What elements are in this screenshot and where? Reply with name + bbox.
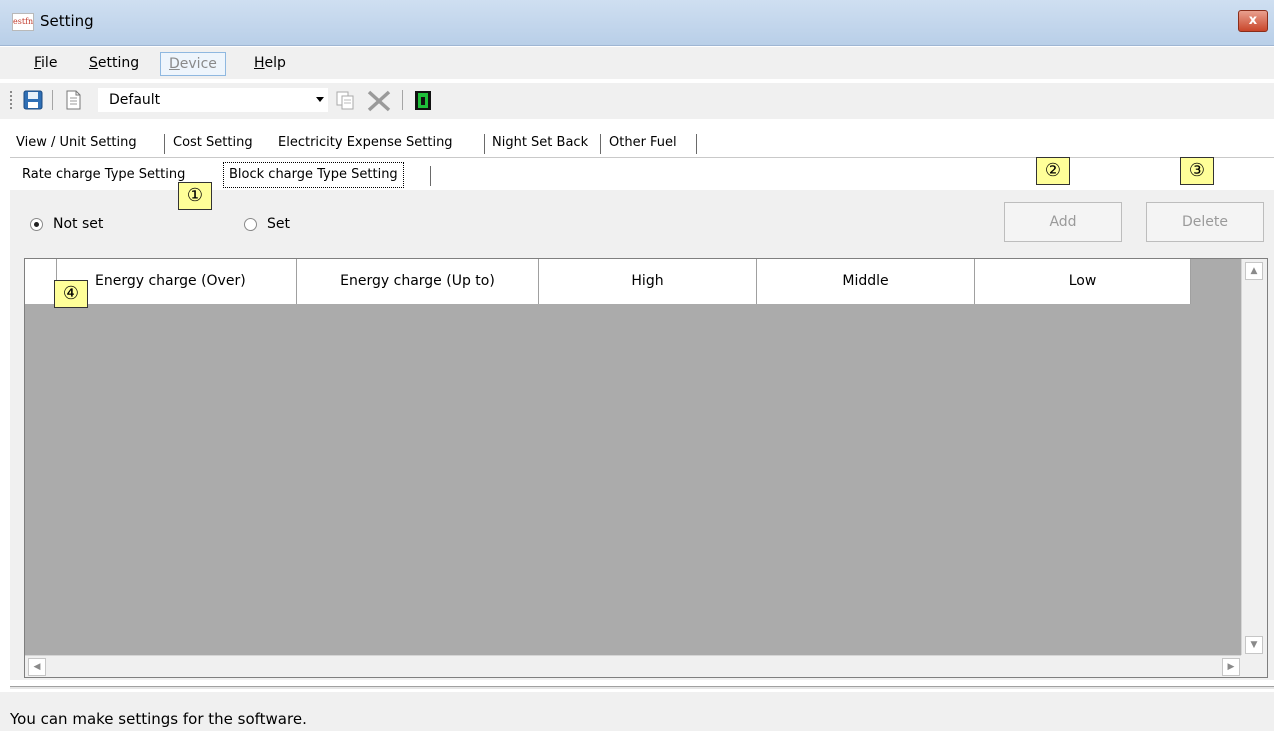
menu-device[interactable]: Device (160, 52, 226, 76)
toolbar-separator (402, 90, 403, 110)
energy-charge-table[interactable]: Energy charge (Over) Energy charge (Up t… (24, 258, 1268, 678)
scroll-left-icon[interactable]: ◀ (28, 658, 46, 676)
column-header-high[interactable]: High (539, 259, 757, 304)
column-header-up-to[interactable]: Energy charge (Up to) (297, 259, 539, 304)
toolbar: Default (0, 83, 1274, 119)
exit-icon[interactable] (412, 89, 434, 111)
tab-night-set-back[interactable]: Night Set Back (486, 130, 594, 157)
radio-unchecked-indicator (244, 217, 257, 231)
tab-separator (430, 166, 431, 186)
radio-set-label: Set (267, 216, 290, 232)
callout-badge-3: ③ (1180, 157, 1214, 185)
row-header-corner[interactable] (25, 259, 57, 304)
toolbar-separator (52, 90, 53, 110)
status-text: You can make settings for the software. (10, 710, 307, 728)
profile-combo[interactable]: Default (98, 88, 328, 112)
scroll-up-icon[interactable]: ▲ (1245, 262, 1263, 280)
window-title: Setting (40, 12, 94, 30)
radio-checked-indicator (30, 217, 43, 231)
toolbar-grip[interactable] (10, 91, 12, 111)
save-icon[interactable] (22, 89, 44, 111)
add-button[interactable]: Add (1004, 202, 1122, 242)
tab-separator (164, 134, 165, 154)
callout-badge-1: ① (178, 182, 212, 210)
status-bar: You can make settings for the software. (0, 692, 1274, 731)
radio-set[interactable]: Set (244, 214, 290, 234)
new-document-icon[interactable] (62, 89, 84, 111)
close-button[interactable]: x (1238, 10, 1268, 32)
chevron-down-icon[interactable] (316, 97, 324, 102)
tab-other-fuel[interactable]: Other Fuel (603, 130, 683, 157)
table-header: Energy charge (Over) Energy charge (Up t… (25, 259, 1191, 304)
vertical-scrollbar[interactable]: ▲ ▼ (1241, 259, 1267, 657)
scroll-down-icon[interactable]: ▼ (1245, 636, 1263, 654)
tab-electricity-expense-setting[interactable]: Electricity Expense Setting (272, 130, 459, 157)
menu-setting[interactable]: Setting (81, 52, 147, 76)
scroll-right-icon[interactable]: ▶ (1222, 658, 1240, 676)
profile-combo-value: Default (109, 92, 161, 108)
callout-badge-2: ② (1036, 157, 1070, 185)
callout-badge-4: ④ (54, 280, 88, 308)
column-header-middle[interactable]: Middle (757, 259, 975, 304)
tab-separator (484, 134, 485, 154)
title-bar: estfn Setting x (0, 0, 1274, 46)
tab-view-unit-setting[interactable]: View / Unit Setting (10, 130, 143, 157)
scroll-corner (1241, 655, 1267, 677)
radio-not-set-label: Not set (53, 216, 104, 232)
tab-divider (10, 157, 1274, 158)
menu-bar: File Setting Device Help (0, 47, 1274, 79)
status-divider (10, 686, 1274, 690)
delete-x-icon[interactable] (366, 89, 391, 112)
tab-separator (600, 134, 601, 154)
app-icon: estfn (12, 13, 34, 31)
copy-icon[interactable] (334, 89, 356, 111)
menu-file[interactable]: File (26, 52, 65, 76)
delete-button[interactable]: Delete (1146, 202, 1264, 242)
radio-not-set[interactable]: Not set (30, 214, 103, 234)
tab-rate-charge-type-setting[interactable]: Rate charge Type Setting (18, 162, 189, 189)
horizontal-scrollbar[interactable]: ◀ ▶ (25, 655, 1243, 677)
column-header-low[interactable]: Low (975, 259, 1191, 304)
column-header-over[interactable]: Energy charge (Over) (57, 259, 297, 304)
menu-help[interactable]: Help (246, 52, 294, 76)
tab-separator (696, 134, 697, 154)
tab-cost-setting[interactable]: Cost Setting (167, 130, 259, 157)
tab-block-charge-type-setting[interactable]: Block charge Type Setting (223, 162, 404, 188)
